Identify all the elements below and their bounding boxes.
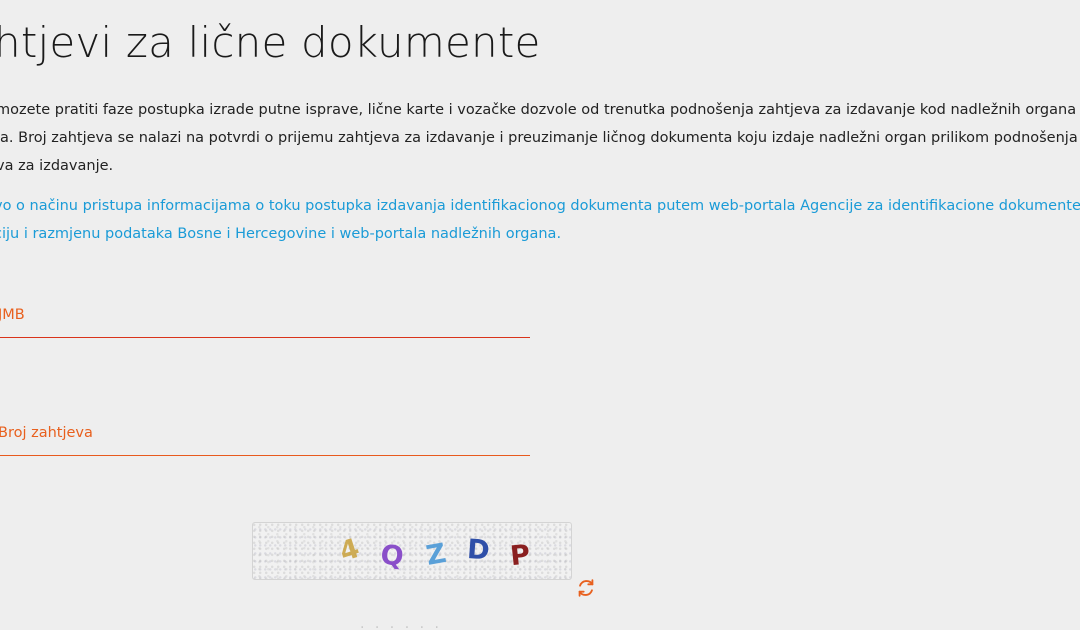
refresh-icon[interactable] <box>575 577 597 599</box>
captcha-char: Z <box>423 536 454 572</box>
page: htjevi za lične dokumente mozete pratiti… <box>0 0 1080 630</box>
page-title: htjevi za lične dokumente <box>0 18 541 67</box>
description-line: ja. Broj zahtjeva se nalazi na potvrdi o… <box>0 130 1078 146</box>
captcha-char: D <box>465 534 497 567</box>
info-link-line[interactable]: ciju i razmjenu podataka Bosne i Hercego… <box>0 220 1080 248</box>
description-text: mozete pratiti faze postupka izrade putn… <box>0 96 1080 180</box>
captcha-image: 4 Q Z D P <box>252 522 572 580</box>
jmb-field <box>0 304 530 338</box>
captcha-char: P <box>509 538 539 573</box>
captcha-text: 4 Q Z D P <box>336 531 538 573</box>
captcha-char: Q <box>379 539 412 574</box>
captcha-char: 4 <box>335 531 370 569</box>
broj-zahtjeva-field <box>0 422 530 456</box>
info-link-line[interactable]: vo o načinu pristupa informacijama o tok… <box>0 192 1080 220</box>
refresh-icon-svg <box>578 579 594 597</box>
description-line: mozete pratiti faze postupka izrade putn… <box>0 102 1077 118</box>
info-link[interactable]: vo o načinu pristupa informacijama o tok… <box>0 192 1080 248</box>
description-line: va za izdavanje. <box>0 158 114 174</box>
broj-zahtjeva-input[interactable] <box>0 425 530 456</box>
captcha-input-hint: · · · · · · <box>360 620 442 630</box>
jmb-input[interactable] <box>0 307 530 338</box>
